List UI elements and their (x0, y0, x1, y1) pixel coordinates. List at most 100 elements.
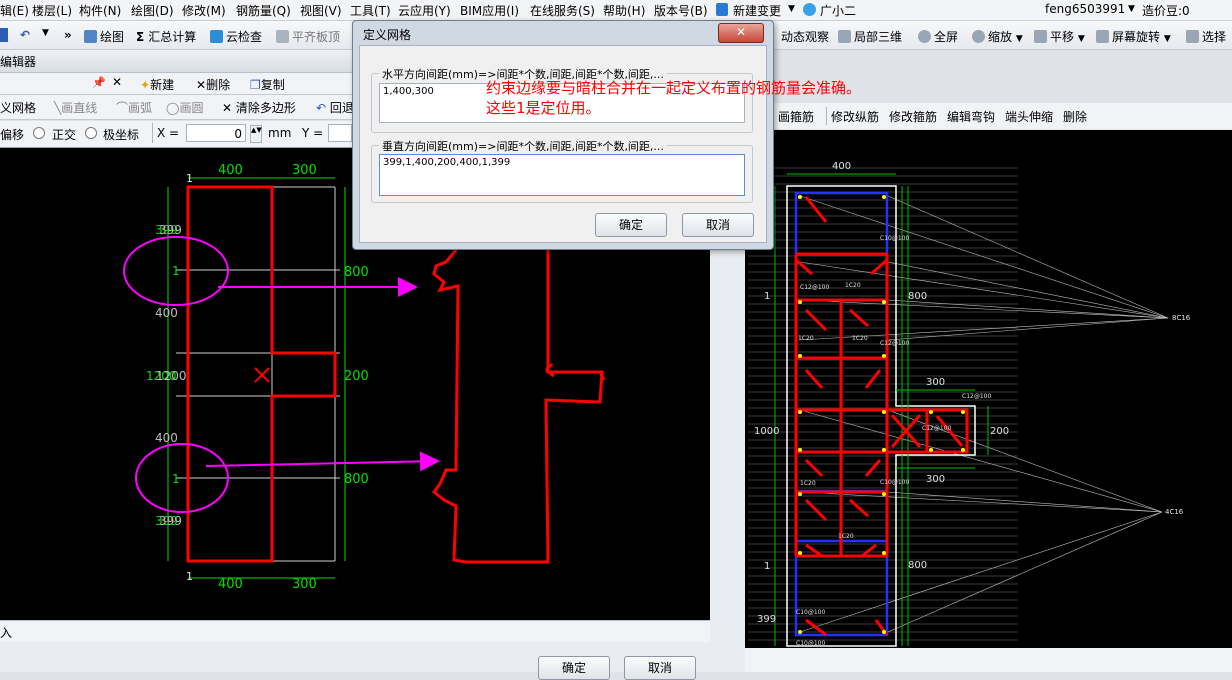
zoom-button[interactable]: 缩放 ▼ (972, 28, 1023, 45)
menu-bim[interactable]: BIM应用(I) (460, 2, 519, 19)
draw-button[interactable]: 绘图 (84, 28, 124, 45)
corner-mark-bottom: 1 (186, 570, 193, 583)
menu-new-change[interactable]: 新建变更 (733, 2, 781, 19)
y-label: Y = (302, 126, 324, 140)
circle-button[interactable]: ◯画圆 (166, 99, 203, 116)
new-button[interactable]: ✦新建 (140, 76, 174, 93)
rebar-label: C12@100 (800, 284, 829, 291)
copy-button[interactable]: ❐复制 (250, 76, 285, 93)
dim-flange-top: 300 (926, 377, 945, 388)
menu-view[interactable]: 视图(V) (300, 2, 342, 19)
edit-hook-button[interactable]: 编辑弯钩 (947, 108, 995, 125)
pin-icon[interactable]: 📌 (92, 76, 106, 89)
save-icon[interactable] (0, 28, 8, 42)
flat-board-button[interactable]: 平齐板顶 (276, 28, 340, 45)
menu-online[interactable]: 在线服务(S) (530, 2, 595, 19)
y-input[interactable] (328, 124, 352, 142)
fullscreen-button[interactable]: 全屏 (918, 28, 958, 45)
rebar-label: C10@100 (880, 235, 909, 242)
menu-cloud[interactable]: 云应用(Y) (398, 2, 451, 19)
x-spinner[interactable]: ▲▼ (250, 125, 262, 143)
copy-icon: ❐ (250, 78, 261, 92)
polar-radio[interactable] (85, 127, 97, 139)
menu-rebar-qty[interactable]: 钢筋量(Q) (236, 2, 291, 19)
ortho-radio[interactable] (33, 127, 45, 139)
rotate-button[interactable]: 屏幕旋转 ▼ (1096, 28, 1171, 45)
rebar-label: 1C20 (852, 335, 868, 342)
new-change-icon (716, 3, 728, 16)
dim-flange-bottom: 300 (926, 474, 945, 485)
dialog-ok-button[interactable]: 确定 (595, 213, 667, 237)
menu-edit[interactable]: 辑(E) (0, 2, 29, 19)
pan-label: 平移 (1050, 30, 1075, 44)
cloud-check-button[interactable]: 云检查 (210, 28, 262, 45)
delete-icon: ✕ (196, 78, 207, 92)
rebar-label: C10@100 (880, 479, 909, 486)
user-dropdown-icon[interactable]: ▼ (1128, 4, 1135, 14)
delete-rebar-button[interactable]: 删除 (1063, 108, 1087, 125)
leader-lines (799, 195, 1169, 633)
back-label: 回退 (329, 101, 354, 115)
rebar-canvas[interactable]: 400 800 300 200 300 1000 1 1 800 399 C10… (745, 130, 1232, 648)
rebar-label: C12@100 (880, 340, 909, 347)
menu-version[interactable]: 版本号(B) (654, 2, 708, 19)
menu-modify[interactable]: 修改(M) (182, 2, 226, 19)
dialog-close-button[interactable]: ✕ (718, 23, 764, 43)
editor-title: 编辑器 (0, 55, 37, 69)
modify-stirrup-button[interactable]: 修改箍筋 (889, 108, 937, 125)
editor-ok-button[interactable]: 确定 (538, 656, 610, 680)
draw-label: 绘图 (100, 30, 125, 44)
menu-bar: 辑(E) 楼层(L) 构件(N) 绘图(D) 修改(M) 钢筋量(Q) 视图(V… (0, 0, 1232, 21)
more-icon[interactable]: » (64, 28, 72, 42)
vertical-input[interactable]: 399,1,400,200,400,1,399 (379, 154, 745, 196)
menu-assistant[interactable]: 广小二 (820, 2, 856, 19)
clear-icon: ✕ (222, 101, 233, 115)
delete-button[interactable]: ✕删除 (196, 76, 230, 93)
menu-tools[interactable]: 工具(T) (350, 2, 391, 19)
user-name[interactable]: feng6503991 (1045, 2, 1125, 16)
rotate-dropdown-icon: ▼ (1163, 34, 1171, 44)
dim-right-200: 200 (344, 369, 369, 384)
rotate-icon (1096, 30, 1109, 43)
editor-close-icon[interactable]: ✕ (112, 75, 122, 89)
annotation-line-2: 这些1是定位用。 (486, 99, 601, 117)
end-extend-button[interactable]: 端头伸缩 (1005, 108, 1053, 125)
menu-floor[interactable]: 楼层(L) (32, 2, 72, 19)
dim-left-small-top: 1 (764, 291, 770, 302)
dynamic-view-button[interactable]: 动态观察 (781, 28, 829, 45)
dim-right-lower: 800 (908, 560, 927, 571)
clear-polygon-button[interactable]: ✕ 清除多边形 (222, 99, 296, 116)
editor-cancel-button[interactable]: 取消 (624, 656, 696, 680)
cloud-check-label: 云检查 (226, 30, 263, 44)
back-icon: ↶ (316, 101, 327, 115)
local-3d-button[interactable]: 局部三维 (838, 28, 902, 45)
sum-calc-button[interactable]: Σ 汇总计算 (136, 28, 196, 45)
rebar-label: 1C20 (845, 282, 861, 289)
offset-option[interactable]: 偏移 (0, 126, 24, 143)
callout-8c16: 8C16 (1172, 314, 1191, 322)
menu-component[interactable]: 构件(N) (79, 2, 121, 19)
menu-help[interactable]: 帮助(H) (603, 2, 645, 19)
dialog-cancel-button[interactable]: 取消 (682, 213, 754, 237)
arrow-bottom (205, 451, 440, 472)
editor-toolbar-top: 📌 ✕ ✦新建 ✕删除 ❐复制 (0, 73, 352, 95)
dim-left-1200-gray: 1200 (156, 369, 187, 383)
back-button[interactable]: ↶ 回退 (316, 99, 354, 116)
pan-button[interactable]: 平移 ▼ (1034, 28, 1085, 45)
x-input[interactable]: 0 (186, 124, 246, 142)
dim-flange-right: 200 (990, 426, 1009, 437)
dropdown-arrow-icon[interactable]: ▼ (788, 4, 795, 14)
undo-dropdown-icon[interactable]: ▼ (42, 28, 49, 38)
define-grid-button[interactable]: 义网格 (0, 99, 36, 116)
dim-left-399-bottom-gray: 399 (159, 514, 182, 528)
price-points: 造价豆:0 (1142, 4, 1190, 18)
menu-draw[interactable]: 绘图(D) (131, 2, 174, 19)
dim-bottom-left: 399 (757, 614, 776, 625)
undo-icon[interactable]: ↶ (20, 28, 30, 42)
cloud-check-icon (210, 30, 223, 43)
select-button[interactable]: 选择 (1186, 28, 1226, 45)
arc-button[interactable]: ⌒画弧 (116, 99, 152, 116)
line-button[interactable]: ╲画直线 (54, 99, 97, 116)
rebar-label: C10@100 (796, 609, 825, 616)
dim-top-400: 400 (218, 163, 243, 178)
